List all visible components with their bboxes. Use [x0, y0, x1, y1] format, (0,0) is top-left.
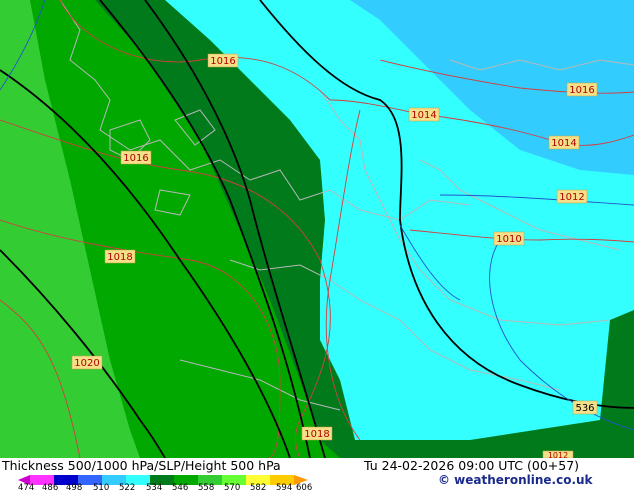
isobar-label: 1014	[408, 107, 440, 122]
scale-label: 582	[250, 483, 267, 493]
svg-text:1012: 1012	[548, 451, 568, 458]
map-title: Thickness 500/1000 hPa/SLP/Height 500 hP…	[2, 458, 281, 473]
svg-text:1010: 1010	[496, 234, 521, 245]
scale-label: 546	[172, 483, 189, 493]
isobar-label: 1016	[566, 82, 598, 97]
svg-text:1016: 1016	[569, 85, 594, 96]
svg-text:1016: 1016	[123, 153, 148, 164]
scale-label: 486	[42, 483, 59, 493]
color-scale	[18, 475, 308, 485]
svg-text:1018: 1018	[107, 252, 132, 263]
scale-label: 570	[224, 483, 241, 493]
svg-text:1014: 1014	[551, 138, 576, 149]
scale-label: 474	[18, 483, 35, 493]
height-label-text: 536	[575, 403, 594, 414]
scale-label: 522	[119, 483, 136, 493]
valid-time: Tu 24-02-2026 09:00 UTC (00+57)	[364, 458, 580, 473]
scale-label: 606	[296, 483, 313, 493]
isobar-label: 1012	[556, 189, 588, 204]
svg-text:1014: 1014	[411, 110, 436, 121]
weather-map: 1016 1016 1014 1016 1014 1012 1010 1018 …	[0, 0, 634, 458]
scale-label: 498	[66, 483, 83, 493]
isobar-label: 1014	[548, 135, 580, 150]
isobar-label: 1012	[542, 450, 574, 458]
svg-text:1020: 1020	[74, 358, 99, 369]
scale-label: 594	[276, 483, 293, 493]
scale-label: 534	[146, 483, 163, 493]
svg-text:1018: 1018	[304, 429, 329, 440]
isobar-label: 1016	[120, 150, 152, 165]
isobar-label: 1020	[71, 355, 103, 370]
scale-label: 510	[93, 483, 110, 493]
credit-link[interactable]: © weatheronline.co.uk	[438, 473, 593, 487]
isobar-label: 1016	[207, 53, 239, 68]
isobar-label-text: 1016	[210, 56, 235, 67]
isobar-label: 1018	[104, 249, 136, 264]
bottom-bar: Thickness 500/1000 hPa/SLP/Height 500 hP…	[0, 458, 634, 493]
scale-label: 558	[198, 483, 215, 493]
isobar-label: 1010	[493, 231, 525, 246]
height-label: 536	[572, 400, 598, 415]
svg-text:1012: 1012	[559, 192, 584, 203]
isobar-label: 1018	[301, 426, 333, 441]
